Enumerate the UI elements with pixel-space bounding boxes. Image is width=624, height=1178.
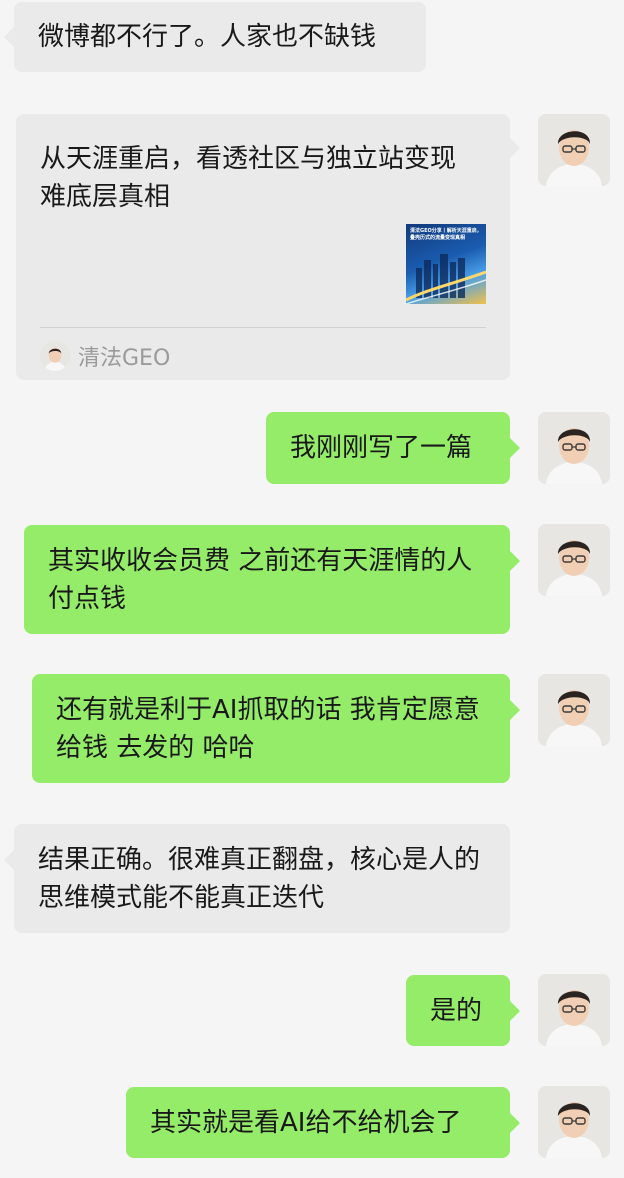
bubble-tail [510, 551, 520, 571]
user-avatar-icon[interactable] [538, 674, 610, 746]
message-bubble-outgoing[interactable]: 是的 [406, 975, 520, 1046]
link-card-source-name: 清法GEO [78, 346, 171, 371]
source-avatar-icon [40, 341, 70, 371]
message-bubble-outgoing[interactable]: 其实收收会员费 之前还有天涯情的人 付点钱 [24, 525, 520, 634]
user-avatar-icon[interactable] [538, 412, 610, 484]
bubble-tail [510, 138, 520, 158]
message-bubble-outgoing[interactable]: 还有就是利于AI抓取的话 我肯定愿意给钱 去发的 哈哈 [32, 674, 520, 783]
link-card-source[interactable]: 清法GEO [40, 340, 170, 372]
bubble-tail [510, 700, 520, 720]
message-text: 还有就是利于AI抓取的话 我肯定愿意给钱 去发的 哈哈 [56, 694, 480, 763]
message-bubble-outgoing[interactable]: 我刚刚写了一篇 [266, 412, 520, 484]
message-text: 结果正确。很难真正翻盘，核心是人的思维模式能不能真正迭代 [38, 844, 481, 913]
bubble-tail [4, 27, 14, 47]
message-text: 我刚刚写了一篇 [290, 433, 473, 463]
link-card[interactable]: 从天涯重启，看透社区与独立站变现难底层真相 清法GEO分享丨解析天涯重启，叠壳历… [16, 114, 520, 380]
user-avatar-icon[interactable] [538, 524, 610, 596]
link-card-divider [40, 327, 486, 328]
bubble-tail [510, 1113, 520, 1133]
link-card-thumbnail: 清法GEO分享丨解析天涯重启，叠壳历式的流量变现真相 [406, 224, 486, 304]
message-bubble-incoming[interactable]: 结果正确。很难真正翻盘，核心是人的思维模式能不能真正迭代 [4, 824, 510, 933]
bubble-tail [4, 850, 14, 870]
message-bubble-outgoing[interactable]: 其实就是看AI给不给机会了 [126, 1087, 520, 1158]
user-avatar-icon[interactable] [538, 974, 610, 1046]
user-avatar-icon[interactable] [538, 1086, 610, 1158]
bubble-tail [510, 438, 520, 458]
link-card-title: 从天涯重启，看透社区与独立站变现难底层真相 [40, 144, 457, 212]
message-bubble-incoming[interactable]: 微博都不行了。人家也不缺钱 [4, 2, 426, 72]
message-text: 其实收收会员费 之前还有天涯情的人 付点钱 [48, 545, 473, 614]
message-text: 其实就是看AI给不给机会了 [150, 1107, 462, 1138]
bubble-tail [510, 1001, 520, 1021]
message-text: 是的 [430, 995, 483, 1026]
message-text: 微博都不行了。人家也不缺钱 [38, 22, 377, 52]
user-avatar-icon[interactable] [538, 114, 610, 186]
